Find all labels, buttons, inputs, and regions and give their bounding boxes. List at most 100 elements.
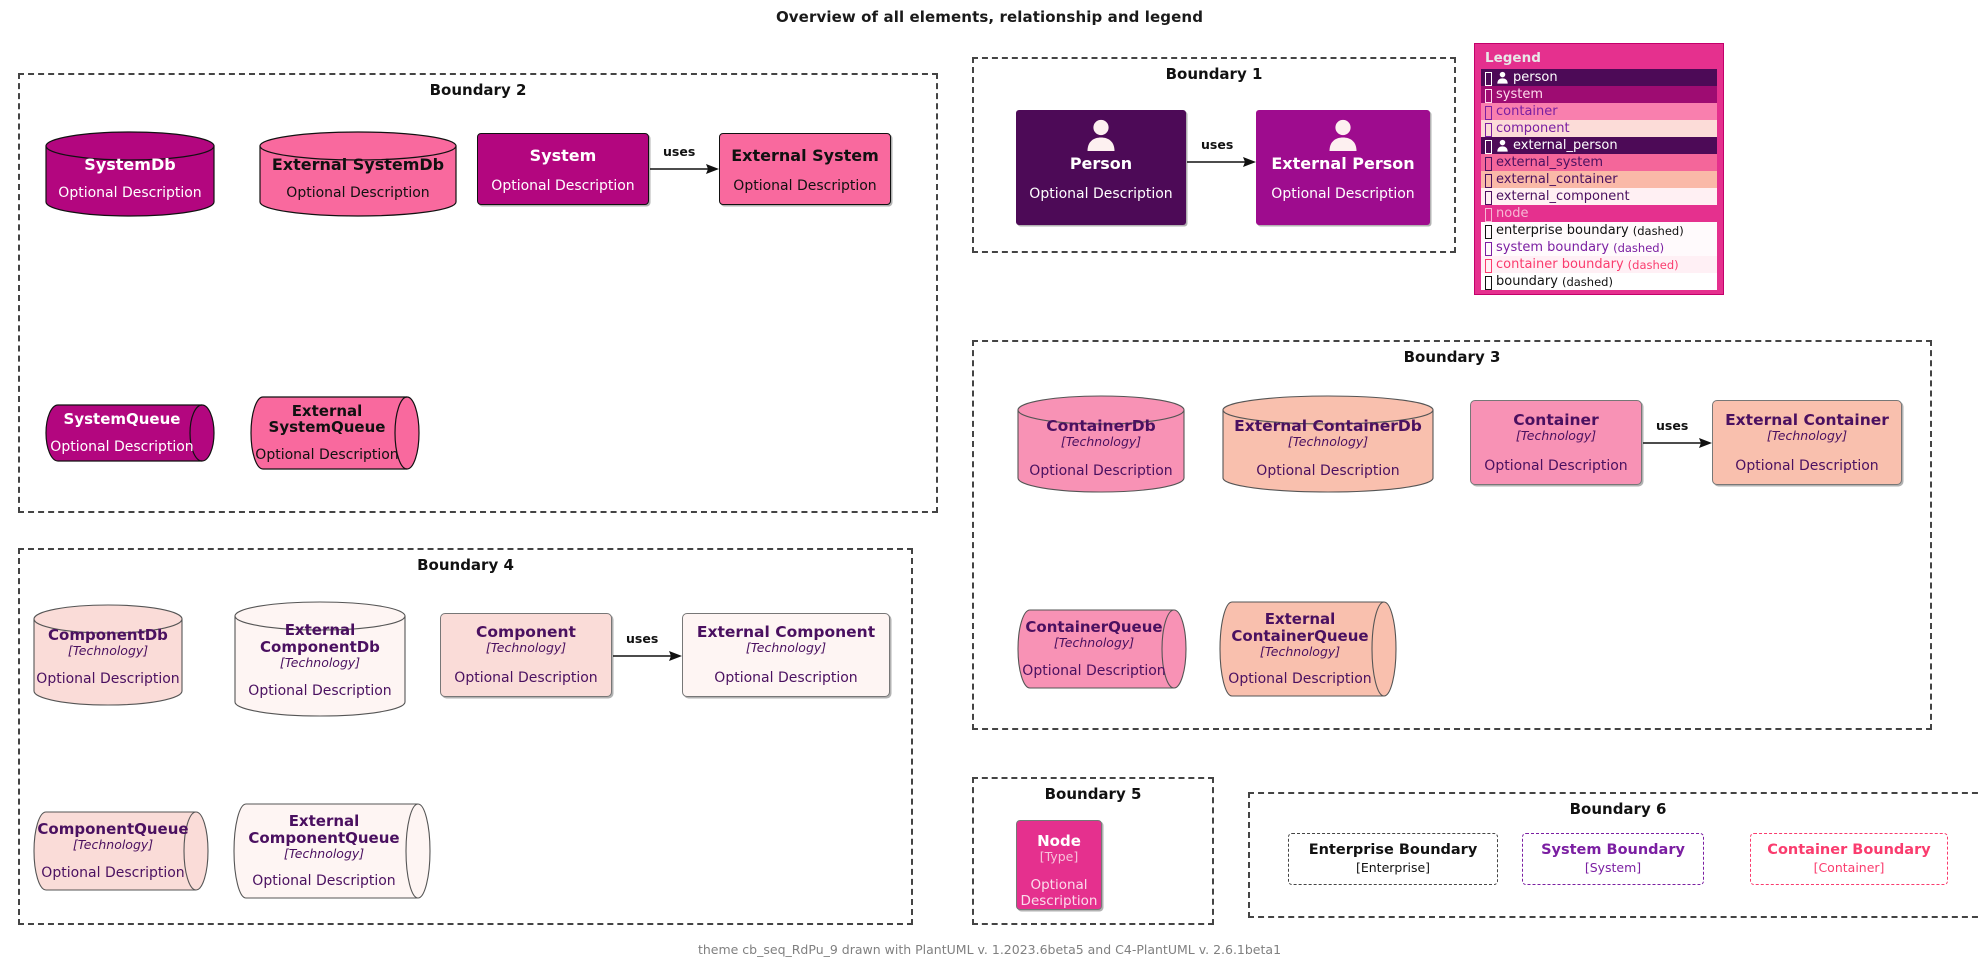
boundary-5-label: Boundary 5 — [1044, 785, 1142, 803]
element-description: Optional Description — [1484, 457, 1628, 474]
legend-row-external-system: external_system — [1481, 154, 1717, 171]
element-name: Component — [476, 623, 576, 641]
legend-row-boundary: boundary (dashed) — [1481, 273, 1717, 290]
element-technology: [Technology] — [1259, 643, 1341, 659]
element-name: Person — [1069, 154, 1133, 173]
element-name: External SystemQueue — [268, 401, 386, 437]
element-external-system-db[interactable]: External SystemDb Optional Description — [258, 130, 458, 218]
element-description: Optional Description — [1029, 185, 1173, 202]
element-technology: [Technology] — [745, 640, 827, 656]
element-component-queue[interactable]: ComponentQueue [Technology] Optional Des… — [32, 810, 210, 892]
element-description: Optional Description — [58, 184, 202, 201]
legend-row-label: container boundary — [1496, 257, 1624, 272]
element-container-boundary[interactable]: Container Boundary [Container] — [1750, 833, 1948, 885]
relationship-system-uses-external-system: uses — [650, 144, 720, 180]
legend-row-suffix: (dashed) — [1613, 240, 1665, 255]
relationship-label: uses — [1656, 418, 1689, 433]
legend-row-external-container: external_container — [1481, 171, 1717, 188]
legend-row-label: external_system — [1496, 155, 1603, 170]
legend-title: Legend — [1485, 50, 1541, 66]
page-title: Overview of all elements, relationship a… — [775, 8, 1204, 26]
boundary-3-label: Boundary 3 — [1403, 348, 1501, 366]
element-description: Optional Description — [733, 177, 877, 194]
legend-row-external-component: external_component — [1481, 188, 1717, 205]
element-external-component[interactable]: External Component [Technology] Optional… — [682, 613, 890, 697]
element-enterprise-boundary[interactable]: Enterprise Boundary [Enterprise] — [1288, 833, 1498, 885]
legend-row-label: component — [1496, 121, 1570, 136]
relationship-person-uses-external-person: uses — [1187, 137, 1257, 173]
legend-row-container-boundary: container boundary (dashed) — [1481, 256, 1717, 273]
element-technology: [Technology] — [279, 654, 361, 670]
element-description: Optional Description — [714, 669, 858, 686]
arrow-icon — [650, 164, 719, 174]
element-technology: [Type] — [1039, 848, 1079, 864]
element-container-queue[interactable]: ContainerQueue [Technology] Optional Des… — [1016, 608, 1188, 690]
element-system-boundary[interactable]: System Boundary [System] — [1522, 833, 1704, 885]
element-container[interactable]: Container [Technology] Optional Descript… — [1470, 400, 1642, 485]
arrow-icon — [613, 651, 682, 661]
legend-row-suffix: (dashed) — [1632, 223, 1684, 238]
legend-row-external-person: external_person — [1481, 137, 1717, 154]
element-component[interactable]: Component [Technology] Optional Descript… — [440, 613, 612, 697]
element-description: Optional Description — [50, 438, 194, 455]
element-name: ContainerDb — [1046, 417, 1156, 435]
element-external-person[interactable]: External Person Optional Description — [1256, 110, 1430, 225]
legend-row-label: enterprise boundary — [1496, 223, 1629, 238]
legend-swatch-icon — [1484, 275, 1492, 290]
legend-row-enterprise-boundary: enterprise boundary (dashed) — [1481, 222, 1717, 239]
legend-row-system: system — [1481, 86, 1717, 103]
element-external-container-db[interactable]: External ContainerDb [Technology] Option… — [1221, 394, 1435, 494]
element-system-queue[interactable]: SystemQueue Optional Description — [44, 403, 216, 463]
element-external-container[interactable]: External Container [Technology] Optional… — [1712, 400, 1902, 485]
legend-row-label: external_container — [1496, 172, 1618, 187]
element-name: External ComponentDb — [260, 621, 380, 656]
legend-row-container: container — [1481, 103, 1717, 120]
legend-row-label: node — [1496, 206, 1529, 221]
legend-row-person: person — [1481, 69, 1717, 86]
element-external-component-queue[interactable]: External ComponentQueue [Technology] Opt… — [232, 802, 432, 900]
legend-swatch-icon — [1484, 139, 1492, 154]
element-external-component-db[interactable]: External ComponentDb [Technology] Option… — [233, 600, 407, 718]
element-person[interactable]: Person Optional Description — [1016, 110, 1186, 225]
element-technology: [Technology] — [1287, 434, 1369, 450]
relationship-component-uses-external-component: uses — [613, 631, 683, 667]
legend-rows: person system container component external_p… — [1481, 69, 1717, 290]
element-technology: [Technology] — [283, 845, 365, 861]
legend-swatch-icon — [1484, 207, 1492, 222]
element-external-container-queue[interactable]: External ContainerQueue [Technology] Opt… — [1218, 600, 1398, 698]
element-name: External ComponentQueue — [248, 811, 400, 847]
element-node[interactable]: Node [Type] Optional Description — [1016, 820, 1102, 910]
element-technology: [System] — [1584, 859, 1642, 875]
element-name: External Container — [1725, 411, 1889, 429]
legend-row-suffix: (dashed) — [1627, 257, 1679, 272]
element-description: Optional Description — [1228, 670, 1372, 687]
legend-row-system-boundary: system boundary (dashed) — [1481, 239, 1717, 256]
element-name: External Person — [1271, 154, 1415, 173]
element-system-db[interactable]: SystemDb Optional Description — [44, 130, 216, 218]
element-component-db[interactable]: ComponentDb [Technology] Optional Descri… — [32, 603, 184, 707]
element-technology: [Technology] — [1766, 428, 1848, 444]
element-description: Optional Description — [491, 177, 635, 194]
element-description: Optional Description — [36, 671, 180, 688]
legend-swatch-icon — [1484, 105, 1492, 120]
element-system[interactable]: System Optional Description — [477, 133, 649, 205]
boundary-4-label: Boundary 4 — [417, 556, 514, 574]
legend-panel: Legend person system container component ext… — [1474, 43, 1724, 295]
element-name: SystemDb — [84, 155, 176, 174]
person-icon — [1497, 71, 1508, 84]
element-technology: [Technology] — [485, 640, 567, 656]
element-container-db[interactable]: ContainerDb [Technology] Optional Descri… — [1016, 394, 1186, 494]
legend-swatch-icon — [1484, 88, 1492, 103]
legend-row-component: component — [1481, 120, 1717, 137]
legend-swatch-icon — [1484, 258, 1492, 273]
element-description: Optional Description — [1256, 462, 1400, 479]
element-description: Optional Description — [286, 184, 430, 201]
element-description: Optional Description — [248, 682, 392, 699]
element-external-system-queue[interactable]: External SystemQueue Optional Descriptio… — [249, 395, 421, 471]
element-description: Optional Description — [41, 864, 185, 881]
legend-row-label: boundary — [1496, 274, 1558, 289]
element-name: SystemQueue — [63, 410, 181, 429]
legend-row-label: system boundary — [1496, 240, 1610, 255]
element-name: External ContainerQueue — [1231, 609, 1369, 645]
element-external-system[interactable]: External System Optional Description — [719, 133, 891, 205]
